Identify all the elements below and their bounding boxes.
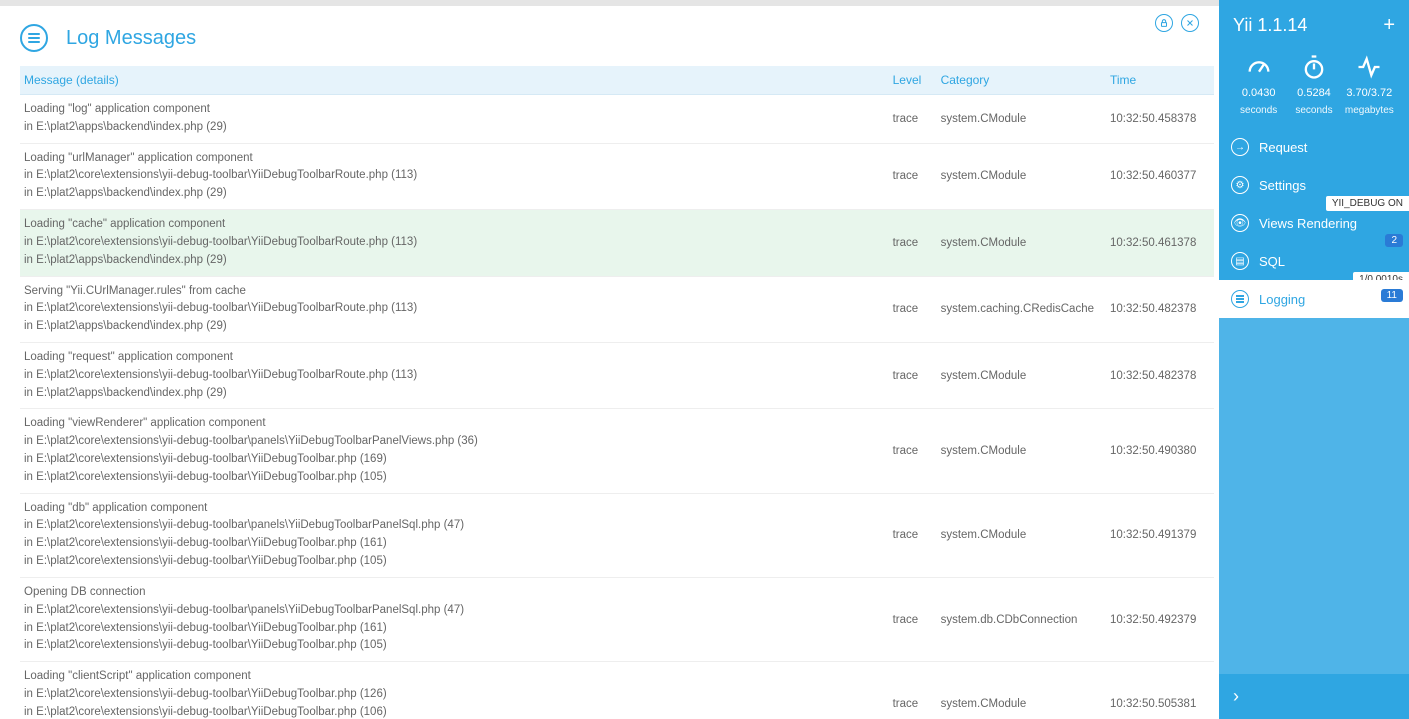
top-stripe	[0, 0, 1219, 6]
page-title: Log Messages	[66, 27, 196, 50]
arrow-icon: →	[1231, 138, 1249, 156]
log-message: Serving "Yii.CUrlManager.rules" from cac…	[20, 276, 885, 342]
col-level[interactable]: Level	[885, 66, 933, 95]
log-level: trace	[885, 276, 933, 342]
log-table: Message (details) Level Category Time Lo…	[20, 66, 1214, 719]
debug-sidebar: Yii 1.1.14 + 0.0430seconds0.5284seconds3…	[1219, 0, 1409, 719]
sidebar-item-label: SQL	[1259, 254, 1285, 269]
menu-icon[interactable]	[20, 24, 48, 52]
sidebar-item-views-rendering[interactable]: 👁Views Rendering2	[1219, 204, 1409, 242]
log-level: trace	[885, 210, 933, 276]
log-category: system.CModule	[933, 143, 1102, 209]
log-message: Loading "viewRenderer" application compo…	[20, 409, 885, 493]
log-time: 10:32:50.491379	[1102, 493, 1214, 577]
col-time[interactable]: Time	[1102, 66, 1214, 95]
log-level: trace	[885, 662, 933, 719]
chevron-right-icon[interactable]: ›	[1233, 686, 1395, 707]
table-row[interactable]: Loading "viewRenderer" application compo…	[20, 409, 1214, 493]
log-category: system.CModule	[933, 342, 1102, 408]
log-message: Loading "urlManager" application compone…	[20, 143, 885, 209]
table-row[interactable]: Opening DB connectionin E:\plat2\core\ex…	[20, 577, 1214, 661]
table-row[interactable]: Loading "urlManager" application compone…	[20, 143, 1214, 209]
table-row[interactable]: Serving "Yii.CUrlManager.rules" from cac…	[20, 276, 1214, 342]
table-row[interactable]: Loading "cache" application componentin …	[20, 210, 1214, 276]
table-row[interactable]: Loading "log" application componentin E:…	[20, 95, 1214, 144]
sidebar-item-request[interactable]: → Request	[1219, 128, 1409, 166]
sidebar-item-label: Request	[1259, 140, 1307, 155]
log-time: 10:32:50.458378	[1102, 95, 1214, 144]
menu-icon	[1231, 290, 1249, 308]
log-level: trace	[885, 143, 933, 209]
log-time: 10:32:50.482378	[1102, 276, 1214, 342]
log-category: system.CModule	[933, 95, 1102, 144]
log-category: system.CModule	[933, 409, 1102, 493]
eye-icon: 👁	[1231, 214, 1249, 232]
sidebar-item-settings[interactable]: ⚙SettingsYII_DEBUG ON	[1219, 166, 1409, 204]
stat-activity: 3.70/3.72megabytes	[1342, 53, 1397, 116]
table-row[interactable]: Loading "request" application componenti…	[20, 342, 1214, 408]
log-level: trace	[885, 342, 933, 408]
col-message[interactable]: Message (details)	[20, 66, 885, 95]
stat-gauge: 0.0430seconds	[1231, 53, 1286, 116]
log-message: Opening DB connectionin E:\plat2\core\ex…	[20, 577, 885, 661]
log-time: 10:32:50.490380	[1102, 409, 1214, 493]
log-time: 10:32:50.492379	[1102, 577, 1214, 661]
log-message: Loading "db" application componentin E:\…	[20, 493, 885, 577]
badge: 11	[1381, 289, 1403, 302]
stat-stopwatch: 0.5284seconds	[1286, 53, 1341, 116]
log-message: Loading "cache" application componentin …	[20, 210, 885, 276]
log-message: Loading "clientScript" application compo…	[20, 662, 885, 719]
log-time: 10:32:50.460377	[1102, 143, 1214, 209]
log-level: trace	[885, 577, 933, 661]
sidebar-item-logging[interactable]: Logging 11	[1219, 280, 1409, 318]
log-level: trace	[885, 493, 933, 577]
log-category: system.CModule	[933, 493, 1102, 577]
sidebar-item-label: Settings	[1259, 178, 1306, 193]
log-time: 10:32:50.461378	[1102, 210, 1214, 276]
log-time: 10:32:50.505381	[1102, 662, 1214, 719]
sidebar-item-sql[interactable]: ▤SQL1/0.0010s	[1219, 242, 1409, 280]
db-icon: ▤	[1231, 252, 1249, 270]
log-category: system.CModule	[933, 662, 1102, 719]
log-level: trace	[885, 409, 933, 493]
log-message: Loading "log" application componentin E:…	[20, 95, 885, 144]
log-category: system.caching.CRedisCache	[933, 276, 1102, 342]
log-category: system.db.CDbConnection	[933, 577, 1102, 661]
log-level: trace	[885, 95, 933, 144]
log-message: Loading "request" application componenti…	[20, 342, 885, 408]
table-row[interactable]: Loading "db" application componentin E:\…	[20, 493, 1214, 577]
col-category[interactable]: Category	[933, 66, 1102, 95]
sidebar-item-label: Views Rendering	[1259, 216, 1357, 231]
log-category: system.CModule	[933, 210, 1102, 276]
sidebar-item-label: Logging	[1259, 292, 1305, 307]
gear-icon: ⚙	[1231, 176, 1249, 194]
log-time: 10:32:50.482378	[1102, 342, 1214, 408]
sidebar-title: Yii 1.1.14	[1233, 15, 1307, 36]
plus-icon[interactable]: +	[1383, 14, 1395, 37]
table-row[interactable]: Loading "clientScript" application compo…	[20, 662, 1214, 719]
